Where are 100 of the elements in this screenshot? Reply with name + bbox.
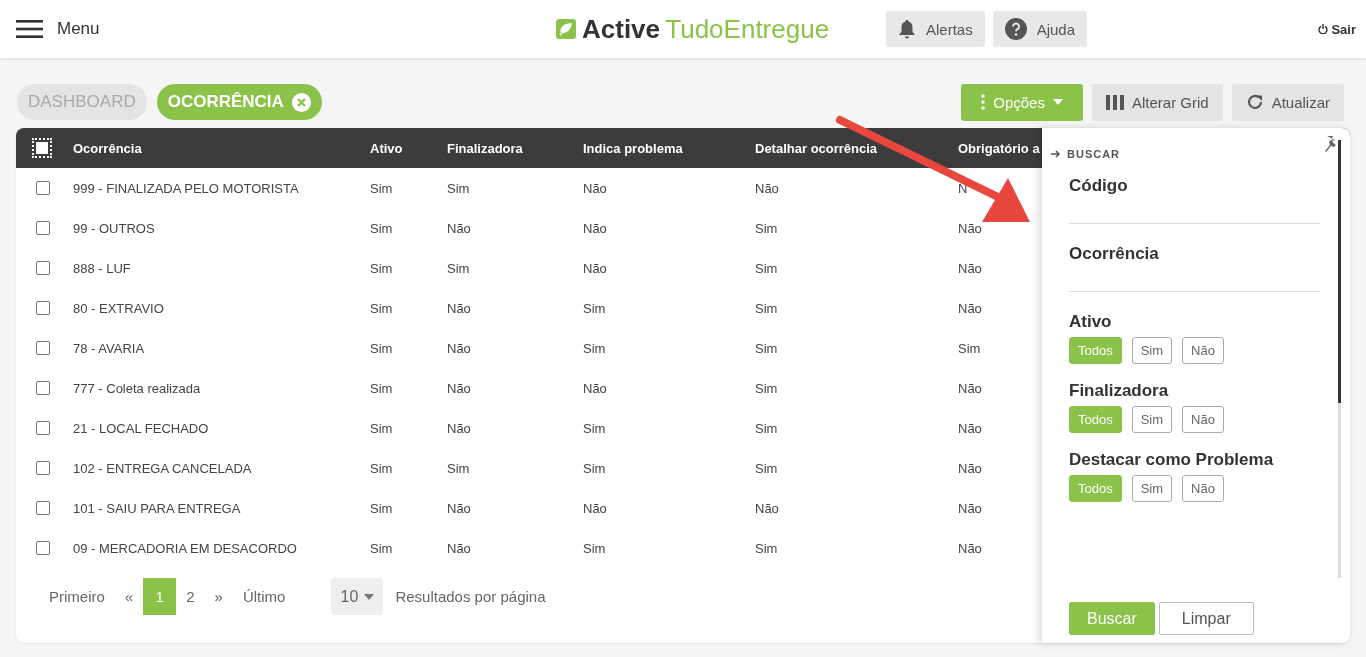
table-cell: Sim [583,540,606,556]
table-cell: 78 - AVARIA [73,340,145,356]
row-checkbox[interactable] [36,181,50,195]
table-cell: Não [583,260,607,276]
table-cell: Sim [370,300,393,316]
menu-icon[interactable] [16,20,43,38]
table-cell: Sim [370,540,393,556]
table-cell: Não [447,420,471,436]
table-cell: Não [958,540,982,556]
last-page-link[interactable]: Último [232,578,296,615]
field-label: Código [1069,176,1129,196]
filter-label: Ativo [1069,312,1113,332]
table-cell: Sim [755,340,778,356]
menu-label[interactable]: Menu [57,19,100,39]
table-cell: Não [583,220,607,236]
column-header[interactable]: Finalizadora [447,140,523,156]
row-checkbox[interactable] [36,501,50,515]
table-cell: 21 - LOCAL FECHADO [73,420,209,436]
table-cell: Sim [755,220,778,236]
help-icon [1004,18,1027,40]
table-cell: Sim [583,340,606,356]
row-checkbox[interactable] [36,301,50,315]
table-cell: Não [447,380,471,396]
page-link[interactable]: 2 [176,578,205,615]
table-cell: Sim [370,220,393,236]
row-checkbox[interactable] [36,261,50,275]
next-page-link[interactable]: » [204,578,233,615]
column-header[interactable]: Ativo [370,140,403,156]
table-cell: 99 - OUTROS [73,220,155,236]
logout-link[interactable]: Sair [1318,21,1356,37]
previous-page-link[interactable]: « [114,578,144,615]
logo-icon [556,19,576,39]
filter-option[interactable]: Não [1182,475,1224,502]
table-cell: Sim [370,500,393,516]
filter-option[interactable]: Sim [1131,406,1173,433]
table-cell: N [958,180,968,196]
caret-icon [1052,99,1063,105]
table-cell: Sim [370,340,393,356]
select-all-checkbox[interactable] [32,138,52,158]
table-cell: Não [583,380,607,396]
table-cell: Sim [583,460,606,476]
more-icon [981,94,986,110]
clear-button[interactable]: Limpar [1158,602,1254,635]
table-cell: Não [447,540,471,556]
table-cell: Sim [755,380,778,396]
table-cell: Não [958,460,982,476]
power-icon [1318,24,1329,34]
table-cell: Sim [447,260,470,276]
page-size-dropdown[interactable]: 10 [331,578,384,615]
first-page-link[interactable]: Primeiro [39,578,115,615]
filter-option[interactable]: Sim [1131,337,1173,364]
row-checkbox[interactable] [36,381,50,395]
table-cell: Sim [370,260,393,276]
table-cell: Sim [370,420,393,436]
table-cell: Não [958,260,982,276]
table-cell: Não [447,220,471,236]
column-header[interactable]: Indica problema [583,140,683,156]
table-cell: Sim [755,540,778,556]
table-cell: Não [447,300,471,316]
table-cell: Não [958,300,982,316]
filter-label: Destacar como Problema [1069,450,1275,470]
table-cell: 888 - LUF [73,260,131,276]
column-header[interactable]: Ocorrência [73,140,142,156]
table-cell: Sim [755,300,778,316]
table-cell: Sim [755,260,778,276]
refresh-button[interactable]: Atualizar [1231,83,1344,121]
table-cell: Sim [583,420,606,436]
table-cell: Sim [755,420,778,436]
table-cell: Não [447,340,471,356]
table-cell: 80 - EXTRAVIO [73,300,164,316]
filter-option[interactable]: Não [1182,406,1224,433]
table-cell: Não [755,180,779,196]
column-header[interactable]: Detalhar ocorrência [755,140,878,156]
panel-title: BUSCAR [1067,148,1121,160]
table-cell: 09 - MERCADORIA EM DESACORDO [73,540,297,556]
row-checkbox[interactable] [36,461,50,475]
table-cell: Não [755,500,779,516]
filter-option[interactable]: Não [1182,337,1224,364]
row-checkbox[interactable] [36,421,50,435]
columns-icon [1105,94,1124,110]
row-checkbox[interactable] [36,221,50,235]
arrow-right-icon [1051,150,1061,158]
bell-icon [898,19,916,39]
table-cell: Sim [447,460,470,476]
change-grid-button[interactable]: Alterar Grid [1091,83,1223,121]
row-checkbox[interactable] [36,541,50,555]
table-cell: 101 - SAIU PARA ENTREGA [73,500,241,516]
column-header[interactable]: Obrigatório a [958,140,1040,156]
alerts-button[interactable]: Alertas [886,11,985,47]
row-checkbox[interactable] [36,341,50,355]
table-cell: Sim [755,460,778,476]
scrollbar[interactable] [1338,140,1341,578]
table-cell: Sim [370,380,393,396]
table-cell: Sim [370,180,393,196]
help-button[interactable]: Ajuda [992,11,1088,47]
table-cell: Sim [958,340,981,356]
table-cell: 999 - FINALIZADA PELO MOTORISTA [73,180,299,196]
table-cell: Não [583,500,607,516]
filter-option[interactable]: Sim [1131,475,1173,502]
page-size-label: Resultados por página [395,588,546,605]
